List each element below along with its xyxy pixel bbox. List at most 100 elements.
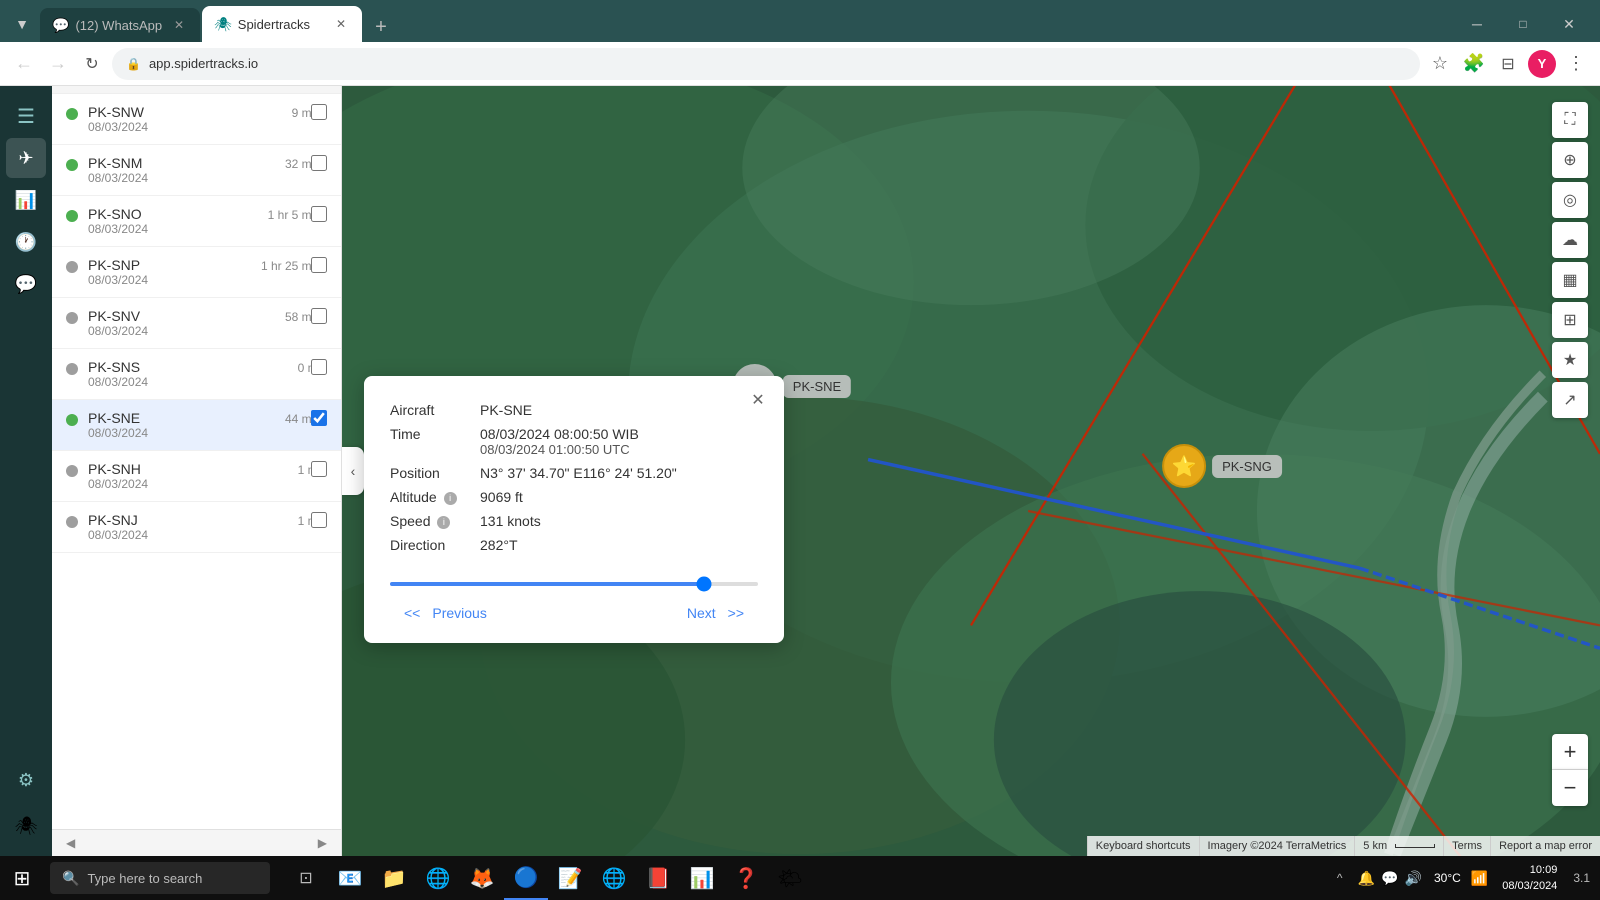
taskbar-app-files[interactable]: 📁 [372,856,416,900]
name-pk-snj: PK-SNJ [88,512,298,528]
aircraft-item-pk-snm[interactable]: PK-SNM 08/03/2024 32 mins [52,145,341,196]
taskbar-app-firefox[interactable]: 🦊 [460,856,504,900]
sidebar-toggle[interactable]: ‹ [342,447,364,495]
tray-notification-count[interactable]: 3.1 [1567,871,1596,885]
app-body: ☰ ✈ 📊 🕐 💬 ⚙ 🕷 PK- [0,86,1600,856]
taskbar-app-outlook[interactable]: 📧 [328,856,372,900]
scroll-right-arrow[interactable]: ▶ [312,834,333,852]
aircraft-item-pk-sns[interactable]: PK-SNS 08/03/2024 0 min [52,349,341,400]
tray-network-icon[interactable]: 📶 [1467,870,1492,887]
checkbox-pk-snj[interactable] [311,512,327,528]
bookmark-btn[interactable]: ☆ [1426,50,1454,78]
map-compass-btn[interactable]: ⊕ [1552,142,1588,178]
date-pk-snm: 08/03/2024 [88,171,285,185]
checkbox-pk-snm[interactable] [311,155,327,171]
back-btn[interactable]: ← [10,50,38,78]
checkbox-pk-sno[interactable] [311,206,327,222]
aircraft-item-pk-snv[interactable]: PK-SNV 08/03/2024 58 mins [52,298,341,349]
checkbox-pk-snp[interactable] [311,257,327,273]
taskbar-app-help[interactable]: ❓ [724,856,768,900]
new-tab-btn[interactable]: + [366,12,396,42]
popup-prev-btn[interactable]: Previous [426,601,492,625]
aircraft-item-pk-sne[interactable]: PK-SNE 08/03/2024 44 mins [52,400,341,451]
zoom-out-btn[interactable]: − [1552,770,1588,806]
map-star-btn[interactable]: ★ [1552,342,1588,378]
aircraft-item-pk-snw[interactable]: PK-SNW 08/03/2024 9 mins [52,94,341,145]
popup-slider[interactable] [390,582,758,586]
taskbar-app-chrome2[interactable]: 🌐 [592,856,636,900]
zoom-in-btn[interactable]: + [1552,734,1588,770]
panel-scroll-top[interactable] [52,86,341,94]
checkbox-pk-sne[interactable] [311,410,327,426]
checkbox-pk-sns[interactable] [311,359,327,375]
tab-whatsapp[interactable]: 💬 (12) WhatsApp ✕ [40,8,200,42]
close-btn[interactable]: ✕ [1546,8,1592,40]
maximize-btn[interactable]: □ [1500,8,1546,40]
tab-dropdown-btn[interactable]: ▼ [8,6,36,42]
scroll-left-arrow[interactable]: ◀ [60,834,81,852]
map-area: ‹ ✈ PK-SNE ⭐ PK-SNG ⛶ ⊕ ◎ ☁ ▦ ⊞ ★ ↗ + − [342,86,1600,856]
footer-terms[interactable]: Terms [1443,836,1490,856]
minimize-btn[interactable]: ─ [1454,8,1500,40]
taskbar-app-edge[interactable]: 🌐 [416,856,460,900]
sidebar-item-settings[interactable]: ⚙ [6,760,46,800]
popup-next-btn[interactable]: Next [681,601,722,625]
sidebar-item-messages[interactable]: 💬 [6,264,46,304]
url-bar[interactable]: 🔒 app.spidertracks.io [112,48,1420,80]
map-cloud-btn[interactable]: ☁ [1552,222,1588,258]
tab-spidertracks[interactable]: 🕷 Spidertracks ✕ [202,6,362,42]
footer-scale: 5 km [1354,836,1443,856]
aircraft-item-pk-snp[interactable]: PK-SNP 08/03/2024 1 hr 25 mins [52,247,341,298]
reload-btn[interactable]: ↻ [78,50,106,78]
taskbar-app-task-view[interactable]: ⊡ [284,856,328,900]
sidebar-item-menu[interactable]: ☰ [6,96,46,136]
sidebar-item-aircraft[interactable]: ✈ [6,138,46,178]
taskbar-app-excel[interactable]: 📊 [680,856,724,900]
popup-prev-arrows-btn[interactable]: << [400,601,424,625]
map-layers-btn[interactable]: ⊞ [1552,302,1588,338]
tray-clock[interactable]: 10:09 08/03/2024 [1494,862,1565,895]
aircraft-list: PK-SNW 08/03/2024 9 mins PK-SNM 08/03/20… [52,94,341,829]
tray-notification-icon[interactable]: 🔔 [1358,870,1375,887]
map-location-btn[interactable]: ◎ [1552,182,1588,218]
speed-info-icon[interactable]: i [437,516,450,529]
sidebar-item-analytics[interactable]: 📊 [6,180,46,220]
checkbox-pk-snw[interactable] [311,104,327,120]
forward-btn[interactable]: → [44,50,72,78]
popup-close-btn[interactable]: ✕ [746,388,770,412]
date-pk-sns: 08/03/2024 [88,375,298,389]
taskbar-app-word[interactable]: 📝 [548,856,592,900]
taskbar-search-bar[interactable]: 🔍 Type here to search [50,862,270,894]
tray-temperature[interactable]: 30°C [1430,871,1465,885]
aircraft-item-pk-sno[interactable]: PK-SNO 08/03/2024 1 hr 5 mins [52,196,341,247]
extension-btn[interactable]: 🧩 [1460,50,1488,78]
map-fullscreen-btn[interactable]: ⛶ [1552,102,1588,138]
whatsapp-tab-close[interactable]: ✕ [170,16,188,34]
popup-next-arrows-btn[interactable]: >> [724,601,748,625]
browser-menu-btn[interactable]: ⋮ [1562,50,1590,78]
popup-info-table: Aircraft PK-SNE Time 08/03/2024 08:00:50… [390,398,758,557]
marker-pk-sng[interactable]: ⭐ PK-SNG [1162,444,1282,488]
split-view-btn[interactable]: ⊟ [1494,50,1522,78]
dot-pk-snp [66,261,78,273]
checkbox-pk-snv[interactable] [311,308,327,324]
taskbar-app-chrome[interactable]: 🔵 [504,856,548,900]
tray-chevron[interactable]: ^ [1330,860,1350,896]
map-route-btn[interactable]: ↗ [1552,382,1588,418]
footer-keyboard-shortcuts[interactable]: Keyboard shortcuts [1087,836,1199,856]
taskbar-app-weather[interactable]: 🌤 [768,856,812,900]
tray-volume-icon[interactable]: 🔊 [1405,870,1422,887]
spidertracks-tab-close[interactable]: ✕ [332,15,350,33]
map-grid-btn[interactable]: ▦ [1552,262,1588,298]
altitude-info-icon[interactable]: i [444,492,457,505]
footer-report[interactable]: Report a map error [1490,836,1600,856]
checkbox-pk-snh[interactable] [311,461,327,477]
sidebar-item-history[interactable]: 🕐 [6,222,46,262]
aircraft-item-pk-snh[interactable]: PK-SNH 08/03/2024 1 min [52,451,341,502]
aircraft-item-pk-snj[interactable]: PK-SNJ 08/03/2024 1 min [52,502,341,553]
taskbar-app-acrobat[interactable]: 📕 [636,856,680,900]
sidebar-item-logo[interactable]: 🕷 [6,806,46,846]
profile-avatar[interactable]: Y [1528,50,1556,78]
taskbar-start-btn[interactable]: ⊞ [0,856,44,900]
tray-chat-icon[interactable]: 💬 [1381,870,1398,887]
